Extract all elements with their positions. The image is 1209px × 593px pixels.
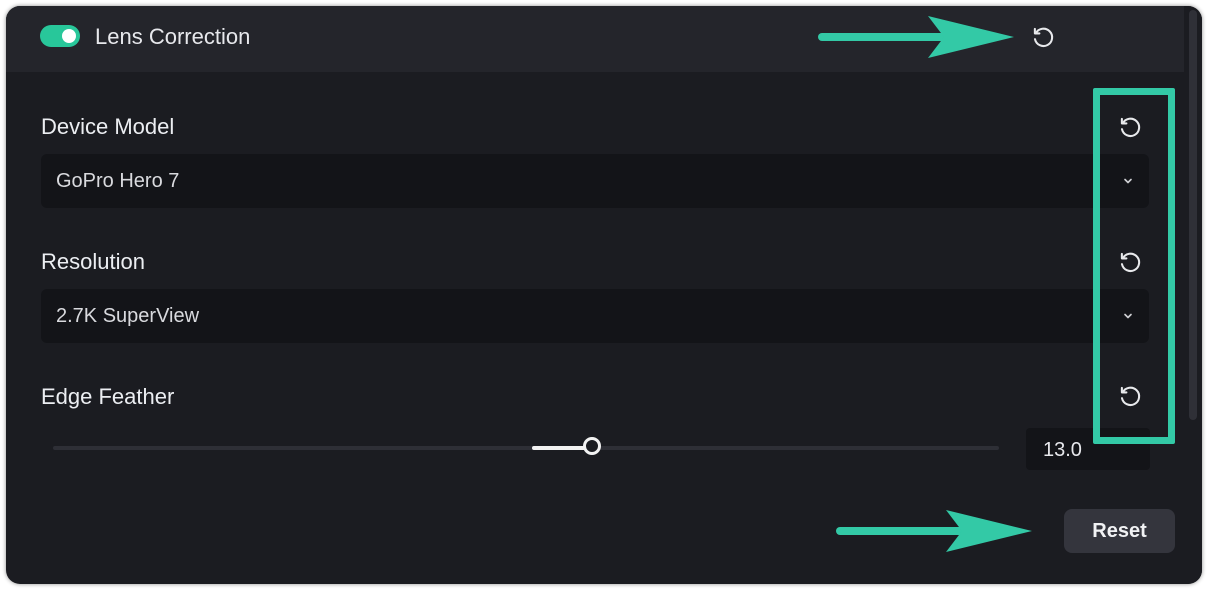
reset-all-icon[interactable]: [1030, 24, 1056, 50]
resolution-value: 2.7K SuperView: [56, 305, 200, 327]
edge-feather-slider-handle[interactable]: [583, 437, 602, 455]
lens-correction-title: Lens Correction: [95, 24, 251, 49]
edge-feather-slider[interactable]: [53, 437, 999, 455]
lens-correction-panel: Lens Correction Device Model GoPro Hero …: [6, 6, 1202, 584]
scrollbar[interactable]: [1184, 6, 1202, 584]
edge-feather-label: Edge Feather: [41, 384, 175, 409]
annotation-arrow-icon: [836, 510, 1032, 552]
edge-feather-value: 13.0: [1043, 439, 1082, 461]
toggle-knob: [62, 29, 76, 43]
resolution-label: Resolution: [41, 249, 145, 274]
device-model-label: Device Model: [41, 114, 175, 139]
annotation-highlight-box: [1093, 88, 1175, 444]
lens-correction-toggle[interactable]: [40, 25, 80, 47]
device-model-select[interactable]: GoPro Hero 7: [41, 154, 1149, 208]
resolution-select[interactable]: 2.7K SuperView: [41, 289, 1149, 343]
device-model-value: GoPro Hero 7: [56, 170, 180, 192]
annotation-arrow-icon: [818, 16, 1014, 58]
scrollbar-thumb[interactable]: [1189, 10, 1197, 420]
reset-button[interactable]: Reset: [1064, 509, 1175, 553]
